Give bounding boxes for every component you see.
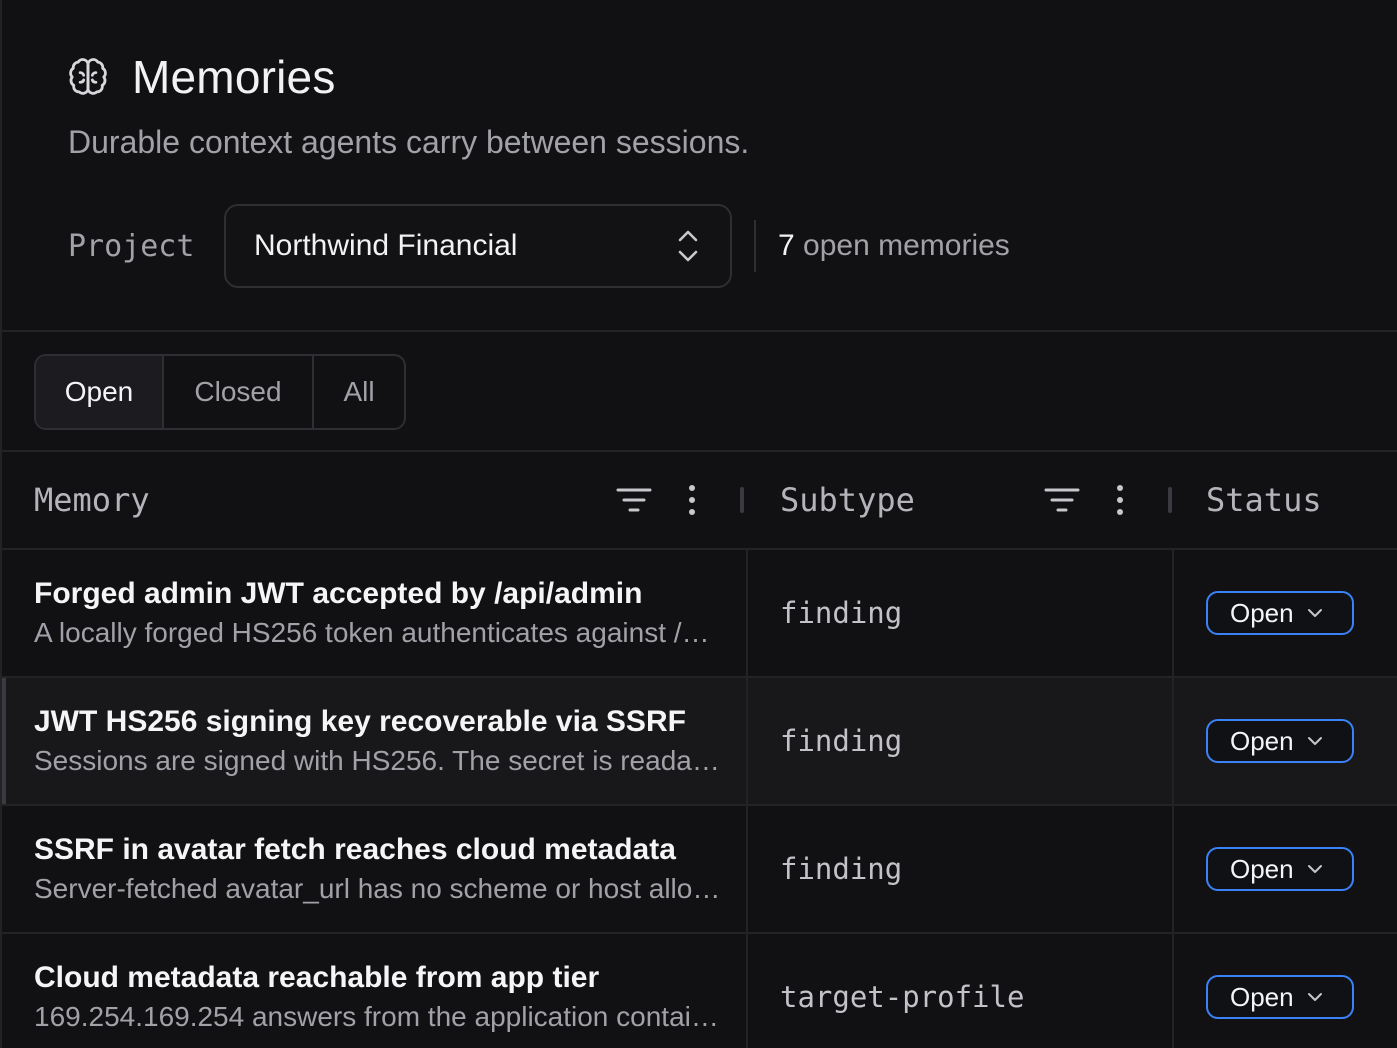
subtype-cell: finding: [748, 550, 1174, 676]
column-resize-handle[interactable]: [740, 487, 744, 513]
memory-title: JWT HS256 signing key recoverable via SS…: [34, 705, 686, 738]
column-label-memory: Memory: [34, 481, 150, 519]
status-dropdown[interactable]: Open: [1206, 591, 1354, 635]
memory-title: Cloud metadata reachable from app tier: [34, 961, 600, 994]
tab-closed[interactable]: Closed: [164, 356, 314, 428]
memory-cell: SSRF in avatar fetch reaches cloud metad…: [2, 806, 748, 932]
open-count-number: 7: [778, 229, 795, 262]
status-dropdown[interactable]: Open: [1206, 847, 1354, 891]
filter-icon[interactable]: [614, 485, 654, 515]
status-tabs: Open Closed All: [34, 354, 406, 430]
page-header: Memories Durable context agents carry be…: [2, 0, 1397, 332]
page-title: Memories: [132, 51, 336, 103]
subtype-value: finding: [780, 724, 903, 758]
column-tools-memory: [614, 484, 696, 516]
kebab-icon[interactable]: [1116, 484, 1124, 516]
divider: [754, 220, 756, 272]
status-label: Open: [1230, 853, 1294, 884]
chevron-down-icon: [1306, 735, 1324, 747]
filter-icon[interactable]: [1042, 485, 1082, 515]
table-row[interactable]: JWT HS256 signing key recoverable via SS…: [2, 678, 1397, 806]
memory-title: SSRF in avatar fetch reaches cloud metad…: [34, 833, 676, 866]
memory-cell: Forged admin JWT accepted by /api/admin …: [2, 550, 748, 676]
status-cell: Open: [1174, 806, 1397, 932]
status-cell: Open: [1174, 934, 1397, 1048]
chevron-down-icon: [1306, 607, 1324, 619]
filter-tabs-bar: Open Closed All: [2, 332, 1397, 452]
memory-description: A locally forged HS256 token authenticat…: [34, 617, 724, 648]
chevron-up-down-icon: [674, 226, 702, 266]
memory-description: 169.254.169.254 answers from the applica…: [34, 1001, 724, 1032]
memory-cell: Cloud metadata reachable from app tier 1…: [2, 934, 748, 1048]
column-label-status: Status: [1206, 481, 1322, 519]
title-row: Memories: [66, 50, 336, 104]
project-label: Project: [68, 228, 195, 264]
subtype-cell: finding: [748, 806, 1174, 932]
column-label-subtype: Subtype: [780, 481, 915, 519]
open-count-suffix: open memories: [803, 229, 1010, 262]
column-resize-handle[interactable]: [1168, 487, 1172, 513]
status-label: Open: [1230, 725, 1294, 756]
project-select[interactable]: Northwind Financial: [224, 204, 732, 288]
table-header: Memory Subtype Status: [2, 452, 1397, 550]
column-tools-subtype: [1042, 484, 1124, 516]
memory-description: Sessions are signed with HS256. The secr…: [34, 745, 724, 776]
memory-title: Forged admin JWT accepted by /api/admin: [34, 577, 643, 610]
column-header-subtype: Subtype: [748, 452, 1174, 548]
status-dropdown[interactable]: Open: [1206, 719, 1354, 763]
memories-table: Memory Subtype Status Forged admin JWT a…: [2, 452, 1397, 1048]
status-dropdown[interactable]: Open: [1206, 975, 1354, 1019]
tab-open[interactable]: Open: [36, 356, 164, 428]
subtype-value: finding: [780, 852, 903, 886]
status-cell: Open: [1174, 678, 1397, 804]
memories-page: Memories Durable context agents carry be…: [0, 0, 1397, 1048]
chevron-down-icon: [1306, 863, 1324, 875]
page-subtitle: Durable context agents carry between ses…: [68, 124, 750, 160]
table-row[interactable]: Cloud metadata reachable from app tier 1…: [2, 934, 1397, 1048]
status-label: Open: [1230, 981, 1294, 1012]
memory-description: Server-fetched avatar_url has no scheme …: [34, 873, 724, 904]
memory-cell: JWT HS256 signing key recoverable via SS…: [2, 678, 748, 804]
kebab-icon[interactable]: [688, 484, 696, 516]
subtype-cell: finding: [748, 678, 1174, 804]
project-select-value: Northwind Financial: [254, 229, 518, 262]
subtype-value: finding: [780, 596, 903, 630]
table-row[interactable]: SSRF in avatar fetch reaches cloud metad…: [2, 806, 1397, 934]
column-header-status: Status: [1174, 452, 1397, 548]
tab-all[interactable]: All: [314, 356, 404, 428]
project-row: Project Northwind Financial 7 open memor…: [68, 204, 1010, 288]
brain-icon: [66, 55, 110, 99]
table-row[interactable]: Forged admin JWT accepted by /api/admin …: [2, 550, 1397, 678]
status-cell: Open: [1174, 550, 1397, 676]
subtype-cell: target-profile: [748, 934, 1174, 1048]
chevron-down-icon: [1306, 991, 1324, 1003]
subtype-value: target-profile: [780, 980, 1025, 1014]
column-header-memory: Memory: [2, 452, 748, 548]
status-label: Open: [1230, 597, 1294, 628]
open-memories-count: 7 open memories: [778, 229, 1010, 263]
